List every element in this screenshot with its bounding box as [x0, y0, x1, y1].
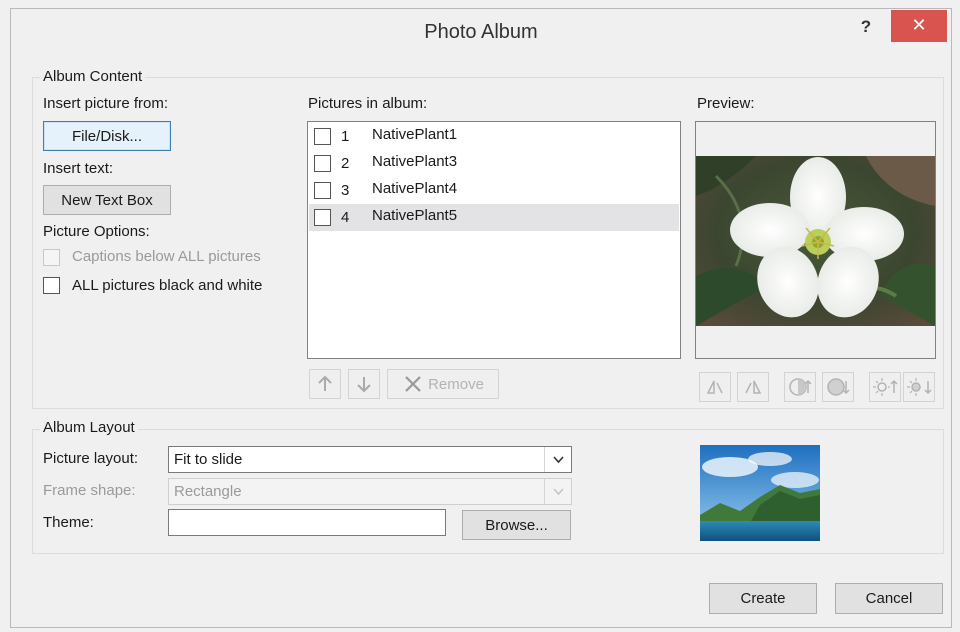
- contrast-up-icon: [789, 378, 812, 396]
- remove-x-icon: [405, 376, 421, 392]
- brightness-up-button[interactable]: [869, 372, 901, 402]
- picture-checkbox[interactable]: [314, 182, 331, 199]
- picture-name: NativePlant5: [372, 207, 458, 224]
- create-button-label: Create: [740, 590, 786, 607]
- insert-text-label: Insert text:: [43, 160, 114, 177]
- pictures-in-album-label: Pictures in album:: [308, 95, 428, 112]
- remove-button-label: Remove: [428, 375, 484, 393]
- picture-layout-value: Fit to slide: [174, 451, 243, 468]
- close-button[interactable]: ✕: [891, 10, 947, 42]
- theme-label: Theme:: [43, 514, 94, 531]
- chevron-down-icon: [553, 488, 564, 496]
- cancel-button-label: Cancel: [865, 590, 913, 607]
- frame-shape-select[interactable]: Rectangle: [168, 478, 572, 505]
- remove-button[interactable]: Remove: [387, 369, 499, 399]
- new-text-box-button-label: New Text Box: [61, 191, 153, 209]
- picture-name: NativePlant4: [372, 180, 458, 197]
- picture-layout-select[interactable]: Fit to slide: [168, 446, 572, 473]
- cancel-button[interactable]: Cancel: [835, 583, 943, 614]
- file-disk-button-label: File/Disk...: [71, 127, 142, 145]
- picture-number: 2: [341, 155, 350, 172]
- captions-checkbox[interactable]: [43, 249, 60, 266]
- browse-button[interactable]: Browse...: [462, 510, 571, 540]
- black-white-checkbox[interactable]: [43, 277, 60, 294]
- picture-row[interactable]: 2 NativePlant3: [309, 150, 679, 177]
- picture-options-label: Picture Options:: [43, 223, 150, 240]
- picture-checkbox[interactable]: [314, 128, 331, 145]
- rotate-right-button[interactable]: [737, 372, 769, 402]
- brightness-down-button[interactable]: [903, 372, 935, 402]
- create-button[interactable]: Create: [709, 583, 817, 614]
- frame-shape-dropdown[interactable]: [544, 479, 571, 504]
- title-bar: Photo Album ? ✕: [11, 9, 951, 57]
- picture-layout-dropdown[interactable]: [544, 447, 571, 472]
- preview-label: Preview:: [697, 95, 755, 112]
- picture-number: 3: [341, 182, 350, 199]
- new-text-box-button[interactable]: New Text Box: [43, 185, 171, 215]
- picture-row[interactable]: 1 NativePlant1: [309, 123, 679, 150]
- arrow-down-icon: [357, 377, 371, 393]
- file-disk-button[interactable]: File/Disk...: [43, 121, 171, 151]
- pictures-listbox[interactable]: 1 NativePlant1 2 NativePlant3 3 NativePl…: [307, 121, 681, 359]
- move-up-button[interactable]: [309, 369, 341, 399]
- layout-preview-thumbnail: [700, 445, 820, 541]
- captions-label: Captions below ALL pictures: [72, 248, 261, 265]
- album-layout-legend: Album Layout: [40, 419, 138, 436]
- insert-picture-label: Insert picture from:: [43, 95, 169, 112]
- contrast-up-button[interactable]: [784, 372, 816, 402]
- album-content-legend: Album Content: [40, 68, 146, 85]
- arrow-up-icon: [318, 375, 332, 391]
- browse-button-label: Browse...: [485, 516, 548, 534]
- picture-checkbox[interactable]: [314, 155, 331, 172]
- preview-pane: [695, 121, 936, 359]
- frame-shape-label: Frame shape:: [43, 482, 136, 499]
- rotate-left-button[interactable]: [699, 372, 731, 402]
- move-down-button[interactable]: [348, 369, 380, 399]
- picture-name: NativePlant3: [372, 153, 458, 170]
- picture-row-selected[interactable]: 4 NativePlant5: [309, 204, 679, 231]
- rotate-right-icon: [745, 380, 762, 394]
- picture-name: NativePlant1: [372, 126, 458, 143]
- frame-shape-value: Rectangle: [174, 483, 242, 500]
- picture-checkbox[interactable]: [314, 209, 331, 226]
- flower-preview-image: [696, 156, 935, 326]
- picture-layout-label: Picture layout:: [43, 450, 139, 467]
- picture-row[interactable]: 3 NativePlant4: [309, 177, 679, 204]
- theme-input[interactable]: [168, 509, 446, 536]
- rotate-left-icon: [706, 380, 723, 394]
- photo-album-dialog: Photo Album ? ✕ Album Content Insert pic…: [10, 8, 952, 628]
- contrast-down-button[interactable]: [822, 372, 854, 402]
- picture-number: 1: [341, 128, 350, 145]
- brightness-down-icon: [907, 378, 932, 396]
- dialog-title: Photo Album: [424, 21, 538, 43]
- contrast-down-icon: [827, 378, 850, 396]
- black-white-label: ALL pictures black and white: [72, 277, 263, 294]
- brightness-up-icon: [873, 378, 898, 396]
- picture-number: 4: [341, 209, 350, 226]
- help-button[interactable]: ?: [854, 15, 878, 39]
- chevron-down-icon: [553, 456, 564, 464]
